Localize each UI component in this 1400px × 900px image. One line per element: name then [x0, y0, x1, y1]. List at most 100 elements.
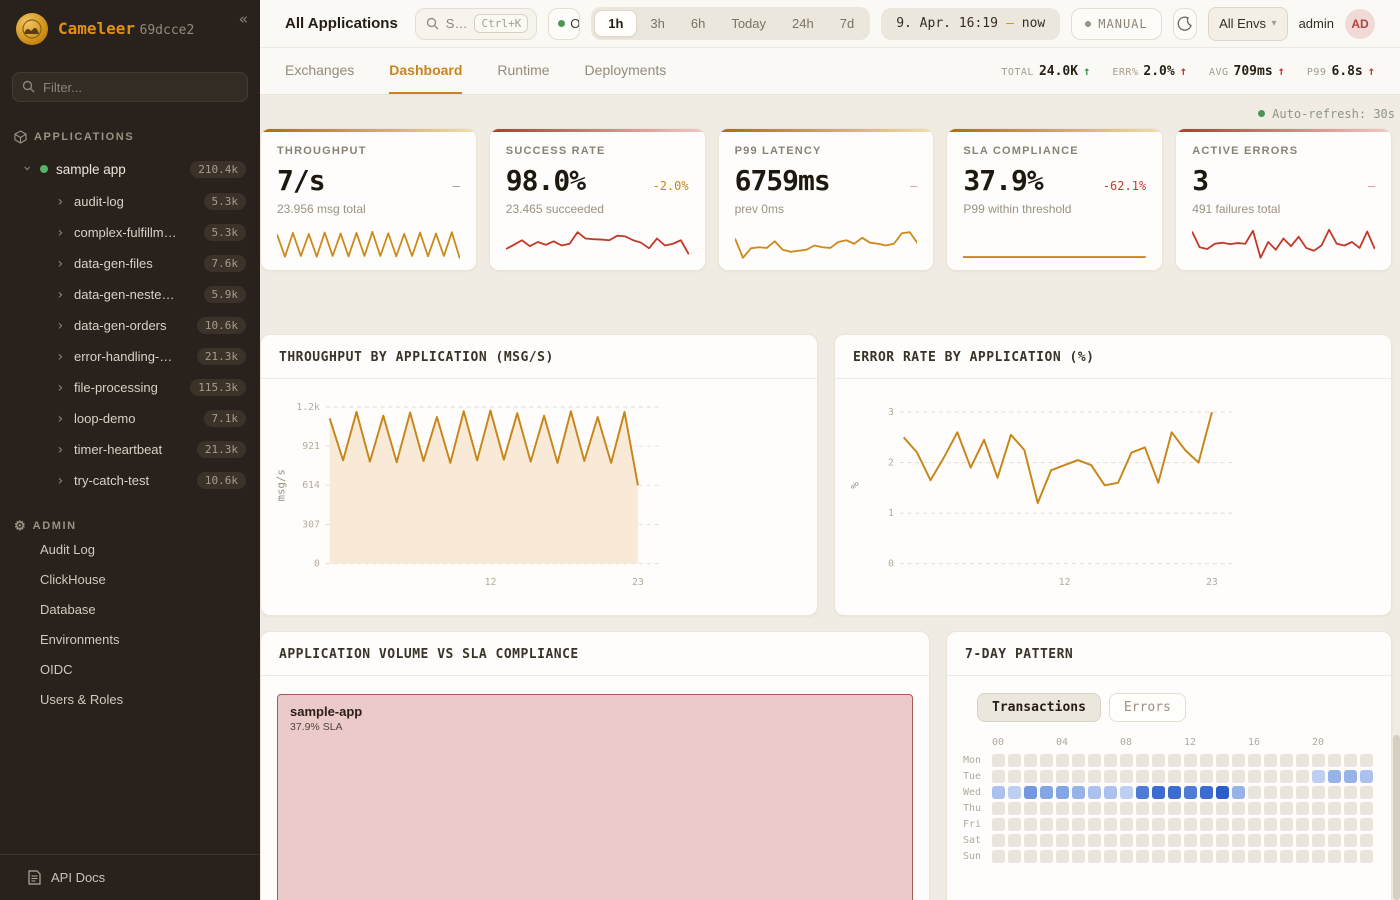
heatmap-cell[interactable] — [1088, 770, 1101, 783]
heatmap-cell[interactable] — [1200, 802, 1213, 815]
search-input[interactable]: S… Ctrl+K — [415, 8, 537, 40]
sidebar-queue-item[interactable]: ›data-gen-files7.6k — [0, 248, 260, 279]
heatmap-cell[interactable] — [1248, 818, 1261, 831]
sidebar-item-sample-app[interactable]: › sample app 210.4k — [0, 152, 260, 186]
range-6h[interactable]: 6h — [678, 11, 718, 36]
sidebar-queue-item[interactable]: ›data-gen-neste…5.9k — [0, 279, 260, 310]
heatmap-cell[interactable] — [1232, 802, 1245, 815]
heatmap-cell[interactable] — [1216, 802, 1229, 815]
heatmap-cell[interactable] — [1136, 818, 1149, 831]
heatmap-cell[interactable] — [1104, 850, 1117, 863]
heatmap-cell[interactable] — [1008, 802, 1021, 815]
tab-exchanges[interactable]: Exchanges — [285, 48, 354, 94]
heatmap-cell[interactable] — [1024, 754, 1037, 767]
heatmap-cell[interactable] — [1056, 786, 1069, 799]
heatmap-cell[interactable] — [1360, 834, 1373, 847]
heatmap-cell[interactable] — [1280, 754, 1293, 767]
sidebar-item-clickhouse[interactable]: ClickHouse — [0, 564, 260, 594]
heatmap-cell[interactable] — [1120, 818, 1133, 831]
kpi-card-sla-compliance[interactable]: SLA COMPLIANCE37.9%-62.1%P99 within thre… — [946, 128, 1163, 271]
heatmap-cell[interactable] — [1344, 850, 1357, 863]
heatmap-cell[interactable] — [1136, 834, 1149, 847]
heatmap-cell[interactable] — [1328, 850, 1341, 863]
heatmap-cell[interactable] — [1248, 802, 1261, 815]
heatmap-cell[interactable] — [1056, 754, 1069, 767]
heatmap-cell[interactable] — [1152, 802, 1165, 815]
range-today[interactable]: Today — [718, 11, 779, 36]
sidebar-item-users-roles[interactable]: Users & Roles — [0, 684, 260, 714]
heatmap-cell[interactable] — [1072, 754, 1085, 767]
sidebar-queue-item[interactable]: ›complex-fulfillm…5.3k — [0, 217, 260, 248]
heatmap-cell[interactable] — [1328, 834, 1341, 847]
sidebar-queue-item[interactable]: ›data-gen-orders10.6k — [0, 310, 260, 341]
heatmap-cell[interactable] — [992, 770, 1005, 783]
heatmap-cell[interactable] — [1120, 802, 1133, 815]
heatmap-cell[interactable] — [1200, 786, 1213, 799]
heatmap-cell[interactable] — [1360, 850, 1373, 863]
heatmap-cell[interactable] — [1248, 754, 1261, 767]
heatmap-cell[interactable] — [1168, 754, 1181, 767]
heatmap-cell[interactable] — [1312, 818, 1325, 831]
heatmap-cell[interactable] — [1280, 834, 1293, 847]
heatmap-cell[interactable] — [1152, 754, 1165, 767]
heatmap-cell[interactable] — [1280, 850, 1293, 863]
heatmap-cell[interactable] — [1344, 754, 1357, 767]
heatmap-cell[interactable] — [1088, 818, 1101, 831]
kpi-card-success-rate[interactable]: SUCCESS RATE98.0%-2.0%23.465 succeeded — [489, 128, 706, 271]
heatmap-cell[interactable] — [1072, 818, 1085, 831]
heatmap-cell[interactable] — [1136, 802, 1149, 815]
heatmap-cell[interactable] — [1184, 770, 1197, 783]
heatmap-cell[interactable] — [1024, 850, 1037, 863]
heatmap-cell[interactable] — [1056, 850, 1069, 863]
heatmap-cell[interactable] — [1008, 834, 1021, 847]
heatmap-cell[interactable] — [1152, 818, 1165, 831]
heatmap-cell[interactable] — [1232, 834, 1245, 847]
heatmap-cell[interactable] — [1152, 850, 1165, 863]
heatmap-cell[interactable] — [1168, 802, 1181, 815]
heatmap-cell[interactable] — [1072, 802, 1085, 815]
heatmap-cell[interactable] — [1296, 834, 1309, 847]
heatmap-cell[interactable] — [1296, 802, 1309, 815]
heatmap-cell[interactable] — [1328, 754, 1341, 767]
heatmap-cell[interactable] — [1232, 786, 1245, 799]
heatmap-cell[interactable] — [1040, 770, 1053, 783]
heatmap-cell[interactable] — [1312, 754, 1325, 767]
heatmap-cell[interactable] — [1328, 770, 1341, 783]
heatmap-cell[interactable] — [1344, 786, 1357, 799]
heatmap-cell[interactable] — [1264, 834, 1277, 847]
heatmap-cell[interactable] — [1296, 786, 1309, 799]
kpi-card-active-errors[interactable]: ACTIVE ERRORS3–491 failures total — [1175, 128, 1392, 271]
heatmap-cell[interactable] — [1280, 818, 1293, 831]
heatmap-cell[interactable] — [1088, 754, 1101, 767]
heatmap-cell[interactable] — [1040, 786, 1053, 799]
heatmap-cell[interactable] — [1120, 754, 1133, 767]
heatmap-cell[interactable] — [1104, 754, 1117, 767]
heatmap-cell[interactable] — [992, 786, 1005, 799]
heatmap-cell[interactable] — [1104, 802, 1117, 815]
range-3h[interactable]: 3h — [637, 11, 677, 36]
heatmap-cell[interactable] — [1312, 770, 1325, 783]
heatmap-cell[interactable] — [1216, 754, 1229, 767]
heatmap-cell[interactable] — [1184, 834, 1197, 847]
heatmap-cell[interactable] — [1184, 754, 1197, 767]
heatmap-cell[interactable] — [1184, 802, 1197, 815]
heatmap-cell[interactable] — [1248, 770, 1261, 783]
heatmap-cell[interactable] — [1296, 818, 1309, 831]
heatmap-cell[interactable] — [1168, 834, 1181, 847]
sidebar-queue-item[interactable]: ›timer-heartbeat21.3k — [0, 434, 260, 465]
sidebar-item-audit-log[interactable]: Audit Log — [0, 534, 260, 564]
heatmap-cell[interactable] — [1104, 786, 1117, 799]
heatmap-cell[interactable] — [1360, 770, 1373, 783]
heatmap-cell[interactable] — [1008, 754, 1021, 767]
heatmap-cell[interactable] — [1104, 818, 1117, 831]
heatmap-cell[interactable] — [1264, 786, 1277, 799]
heatmap-cell[interactable] — [1168, 770, 1181, 783]
status-pill[interactable]: O — [548, 8, 580, 40]
sidebar-queue-item[interactable]: ›try-catch-test10.6k — [0, 465, 260, 496]
heatmap-cell[interactable] — [1312, 850, 1325, 863]
range-24h[interactable]: 24h — [779, 11, 827, 36]
heatmap-cell[interactable] — [1088, 802, 1101, 815]
heatmap-cell[interactable] — [1360, 786, 1373, 799]
heatmap-cell[interactable] — [1200, 850, 1213, 863]
heatmap-cell[interactable] — [1040, 754, 1053, 767]
